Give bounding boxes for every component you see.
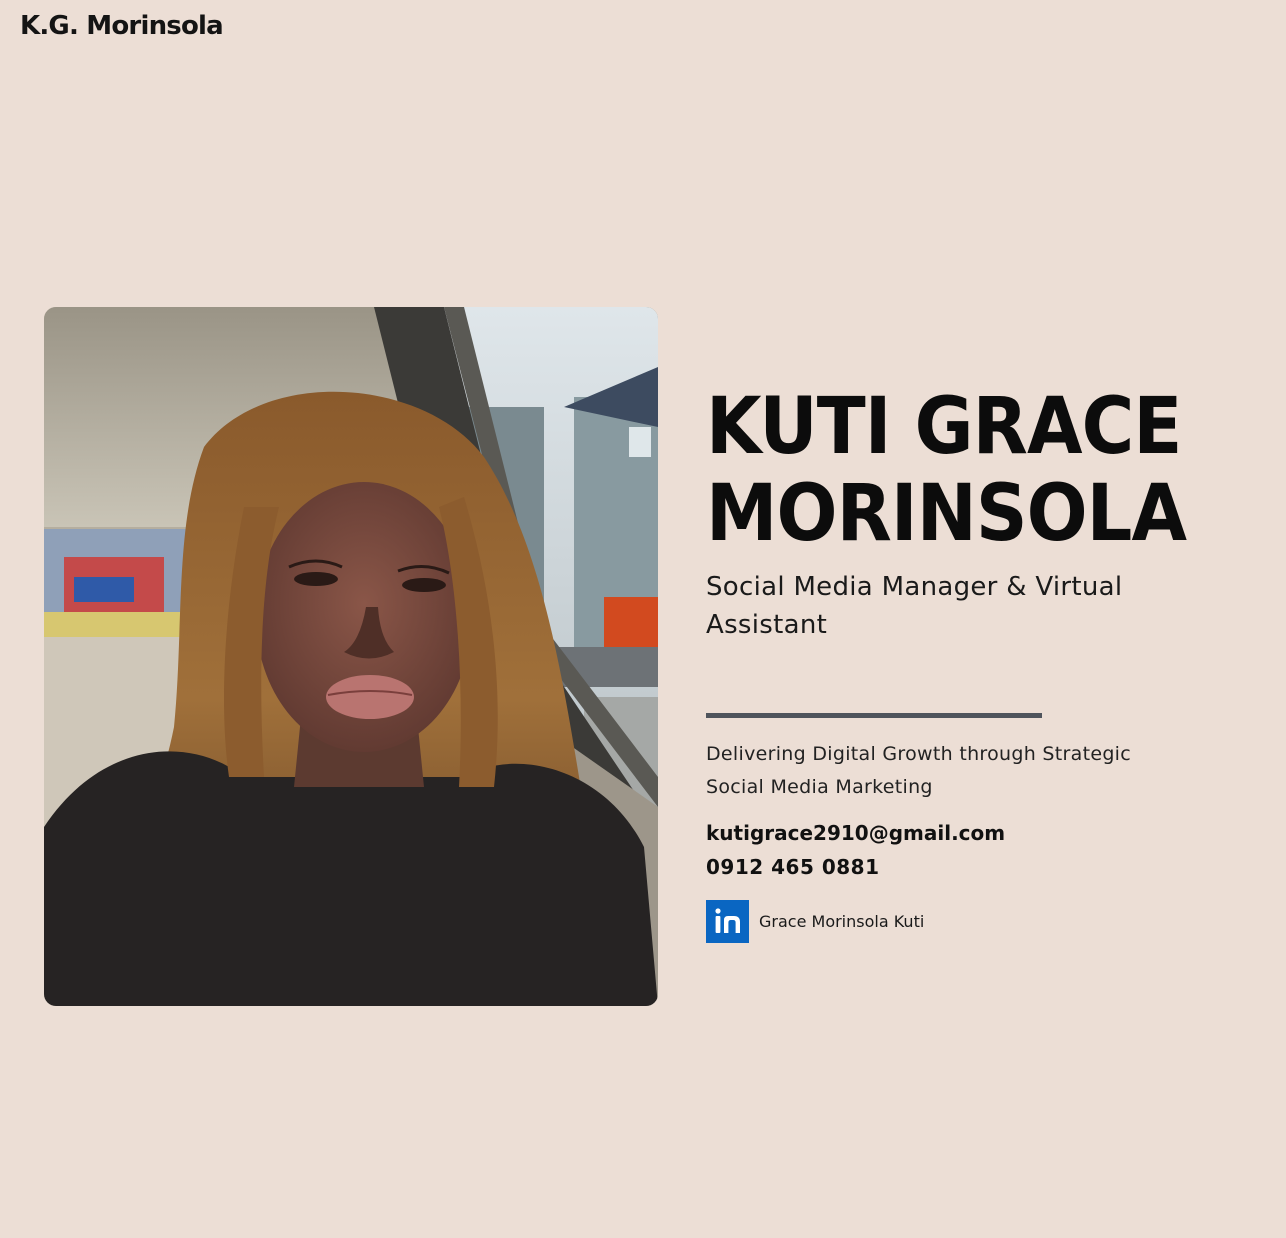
section-divider [706,713,1042,718]
phone-number: 0912 465 0881 [706,855,880,879]
email-link[interactable]: kutigrace2910@gmail.com [706,816,1266,850]
site-logo[interactable]: K.G. Morinsola [20,9,224,43]
profile-role: Social Media Manager & Virtual Assistant [706,572,1123,640]
linkedin-label[interactable]: Grace Morinsola Kuti [759,912,924,931]
profile-tagline: Delivering Digital Growth through Strate… [706,743,1131,798]
linkedin-link[interactable]: Grace Morinsola Kuti [706,900,1266,943]
profile-photo [44,307,658,1006]
profile-info: KUTI GRACE MORINSOLA Social Media Manager… [706,384,1266,943]
linkedin-icon[interactable] [706,900,749,943]
profile-name: KUTI GRACE MORINSOLA [706,382,1187,559]
